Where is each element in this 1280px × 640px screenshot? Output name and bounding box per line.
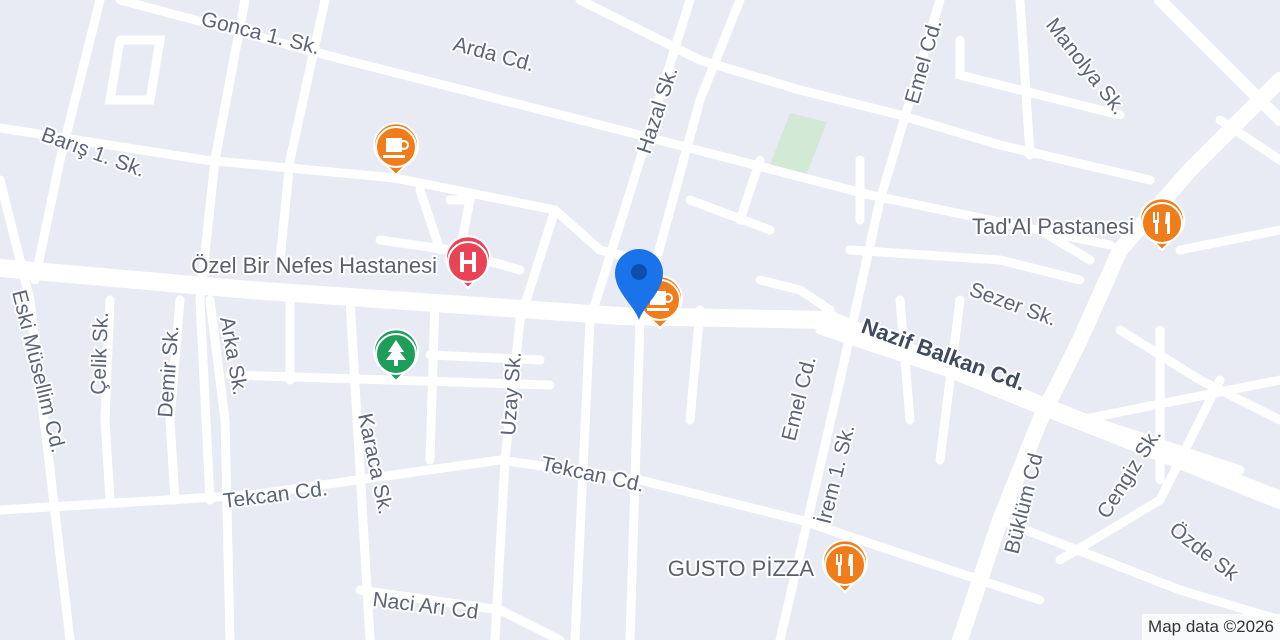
poi-label-hospital[interactable]: Özel Bir Nefes Hastanesi [189,251,439,280]
location-pin-dot [631,264,647,280]
map-view[interactable]: Gonca 1. Sk. Arda Cd. Hazal Sk. Emel Cd.… [0,0,1280,640]
coffee-cup-icon [383,138,409,158]
street-label-celik: Çelik Sk. [87,312,113,396]
poi-label-gusto[interactable]: GUSTO PİZZA [666,554,817,583]
poi-label-tadal[interactable]: Tad'Al Pastanesi [970,212,1136,241]
map-attribution: Map data ©2026 [1142,614,1280,640]
map-canvas[interactable]: Gonca 1. Sk. Arda Cd. Hazal Sk. Emel Cd.… [0,0,1280,640]
